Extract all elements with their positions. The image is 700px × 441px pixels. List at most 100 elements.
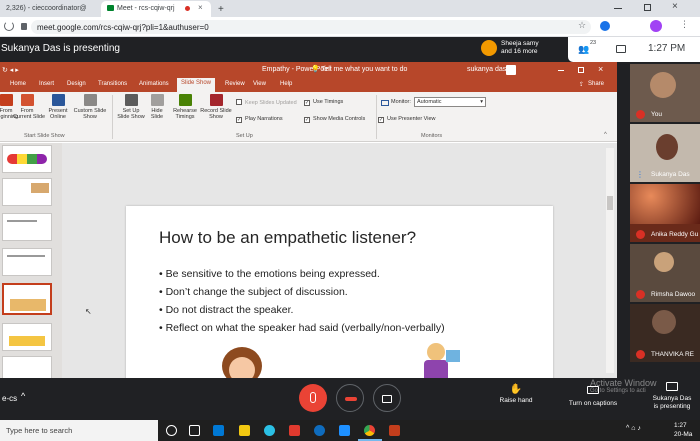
slide-thumbnail[interactable] xyxy=(2,178,52,206)
task-view-icon[interactable] xyxy=(189,425,200,436)
chevron-down-icon: ▾ xyxy=(480,99,483,105)
ppt-close-icon[interactable]: × xyxy=(598,64,603,74)
tell-me-search[interactable]: Tell me what you want to do xyxy=(321,66,407,73)
tab-home[interactable]: Home xyxy=(10,81,26,87)
bullet-item: • Reflect on what the speaker had said (… xyxy=(159,322,445,334)
browser-tab-meet[interactable]: Meet - rcs-cqiw-qrj × xyxy=(101,1,211,17)
edge-icon[interactable] xyxy=(264,425,275,436)
tab-slide-show[interactable]: Slide Show xyxy=(177,78,216,92)
ppt-user: sukanya das xyxy=(467,66,507,73)
file-explorer-icon[interactable] xyxy=(239,425,250,436)
taskbar-clock: 1:27 20-Ma xyxy=(674,422,693,438)
bullet-item: • Be sensitive to the emotions being exp… xyxy=(159,268,380,280)
slide-thumbnail[interactable] xyxy=(2,145,52,173)
slide-thumbnail[interactable] xyxy=(2,323,52,351)
address-bar-row: meet.google.com/rcs-cqiw-qrj?pli=1&authu… xyxy=(0,17,700,37)
participant-tile-rimsha[interactable]: Rimsha Dawoo xyxy=(630,244,700,302)
setup-show-button[interactable]: Set Up Slide Show xyxy=(117,94,145,120)
taskbar-search-box[interactable]: Type here to search xyxy=(0,420,158,441)
share-icon[interactable]: ⇪ xyxy=(579,81,584,88)
leave-call-button[interactable] xyxy=(336,384,364,412)
checkmark-icon: ✓ xyxy=(236,117,242,123)
recording-dot-icon xyxy=(185,6,190,11)
play-narrations-checkbox[interactable]: ✓ Play Narrations xyxy=(236,116,283,123)
tab-review[interactable]: Review xyxy=(225,81,245,87)
participant-tile-thanvika[interactable]: THANVIKA RE xyxy=(630,304,700,362)
new-tab-button[interactable]: + xyxy=(212,0,226,16)
slide-title: How to be an empathetic listener? xyxy=(159,228,417,247)
slide-thumbnail-selected[interactable] xyxy=(2,283,52,315)
checkmark-icon: ✓ xyxy=(304,117,310,123)
chrome-icon[interactable] xyxy=(364,425,375,436)
ppt-restore-icon[interactable] xyxy=(578,67,584,73)
camera-icon xyxy=(382,395,392,403)
bookmark-star-icon[interactable]: ☆ xyxy=(578,20,586,31)
present-screen-icon xyxy=(666,382,678,391)
monitor-select[interactable]: Automatic ▾ xyxy=(414,97,486,107)
hide-slide-icon xyxy=(150,94,164,106)
keep-slides-updated-checkbox[interactable]: Keep Slides Updated xyxy=(236,99,297,106)
outlook-icon[interactable] xyxy=(213,425,224,436)
participants-summary: Sheeja samy and 16 more xyxy=(501,40,539,55)
share-button[interactable]: Share xyxy=(588,81,604,87)
use-timings-checkbox[interactable]: ✓ Use Timings xyxy=(304,99,343,106)
edge-chromium-icon[interactable] xyxy=(314,425,325,436)
present-online-button[interactable]: Present Online xyxy=(45,94,71,120)
hang-up-icon xyxy=(345,397,357,401)
people-icon[interactable]: 👥 xyxy=(578,44,589,55)
cortana-icon[interactable] xyxy=(166,425,177,436)
menu-icon[interactable]: ⋮ xyxy=(680,19,689,30)
thumbnail-text-icon xyxy=(7,220,37,222)
maximize-window-icon[interactable] xyxy=(644,4,651,11)
close-tab-icon[interactable]: × xyxy=(198,3,203,12)
participant-tile-sukanya[interactable]: ⋮ Sukanya Das xyxy=(630,124,700,182)
word-icon[interactable] xyxy=(339,425,350,436)
media-app-icon[interactable] xyxy=(289,425,300,436)
profile-avatar[interactable] xyxy=(650,20,662,32)
slideshow-current-icon xyxy=(20,94,34,106)
minimize-window-icon[interactable] xyxy=(614,8,622,9)
custom-show-button[interactable]: Custom Slide Show xyxy=(72,94,108,120)
participant-avatar xyxy=(481,40,497,56)
video-face-icon xyxy=(650,72,676,98)
tab-view[interactable]: View xyxy=(253,81,266,87)
hide-slide-button[interactable]: Hide Slide xyxy=(146,94,168,120)
tab-design[interactable]: Design xyxy=(67,81,86,87)
browser-tab-mail[interactable]: 2,326) - cieccoordinator@ xyxy=(0,1,100,17)
close-window-icon[interactable]: × xyxy=(672,1,678,12)
show-media-controls-checkbox[interactable]: ✓ Show Media Controls xyxy=(304,116,365,123)
camera-toggle-button[interactable] xyxy=(373,384,401,412)
video-face-icon xyxy=(656,134,678,160)
video-face-icon xyxy=(652,310,676,334)
rehearse-timings-button[interactable]: Rehearse Timings xyxy=(171,94,199,120)
url-field[interactable]: meet.google.com/rcs-cqiw-qrj?pli=1&authu… xyxy=(31,20,591,34)
tab-transitions[interactable]: Transitions xyxy=(98,81,127,87)
extension-icon[interactable] xyxy=(600,21,610,31)
chat-icon[interactable] xyxy=(616,45,626,53)
participant-tile-you[interactable]: You xyxy=(630,64,700,122)
slide-thumbnail[interactable] xyxy=(2,356,52,378)
powerpoint-icon[interactable] xyxy=(389,425,400,436)
tab-insert[interactable]: Insert xyxy=(39,81,54,87)
scrollbar-thumb[interactable] xyxy=(607,196,613,210)
slide-thumbnail[interactable] xyxy=(2,248,52,276)
tab-help[interactable]: Help xyxy=(280,81,292,87)
tab-animations[interactable]: Animations xyxy=(139,81,169,87)
ppt-minimize-icon[interactable] xyxy=(558,70,564,71)
slide-thumbnail[interactable] xyxy=(2,213,52,241)
meeting-code: e-cs xyxy=(2,394,18,403)
chevron-up-icon[interactable]: ^ xyxy=(21,391,25,401)
slide-scrollbar[interactable] xyxy=(606,148,614,373)
from-current-button[interactable]: From Current Slide xyxy=(13,94,45,120)
collapse-ribbon-icon[interactable]: ^ xyxy=(604,132,607,138)
thumbnail-image-icon xyxy=(9,336,45,346)
raise-hand-button[interactable]: ✋ Raise hand xyxy=(494,384,538,414)
setup-show-icon xyxy=(124,94,138,106)
participant-tile-anika[interactable]: Anika Reddy Gu xyxy=(630,184,700,242)
record-slide-show-button[interactable]: Record Slide Show xyxy=(198,94,234,120)
presenter-view-checkbox[interactable]: ✓ Use Presenter View xyxy=(378,116,436,123)
mic-toggle-button[interactable] xyxy=(299,384,327,412)
reload-icon[interactable] xyxy=(4,21,14,31)
current-slide: How to be an empathetic listener? • Be s… xyxy=(126,206,553,378)
powerpoint-window: ↻ ◂ ▸ Empathy - PowerPoint 💡 Tell me wha… xyxy=(0,62,617,378)
